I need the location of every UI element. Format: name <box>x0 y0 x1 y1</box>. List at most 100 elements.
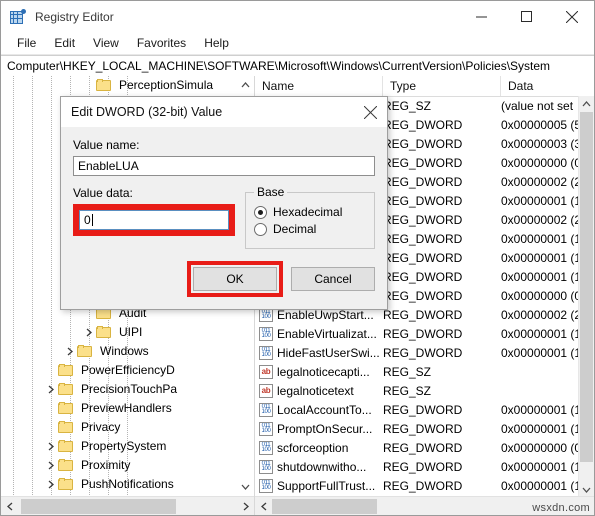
title-bar: Registry Editor <box>1 1 594 32</box>
table-row[interactable]: ab legalnoticetext REG_SZ <box>255 381 594 400</box>
radio-decimal[interactable]: Decimal <box>254 222 366 236</box>
chevron-up-icon[interactable] <box>238 79 252 91</box>
chevron-right-icon[interactable] <box>81 323 96 342</box>
maximize-icon[interactable] <box>504 1 549 32</box>
table-row[interactable]: 011 100 LocalAccountTo... REG_DWORD 0x000000… <box>255 400 594 419</box>
column-header-type[interactable]: Type <box>383 76 501 96</box>
cell-type: REG_DWORD <box>383 250 463 265</box>
chevron-up-icon[interactable] <box>579 96 594 111</box>
chevron-right-icon[interactable] <box>237 498 254 515</box>
cell-name: 011 100 shutdownwitho... <box>255 459 383 474</box>
value-data-text: 0 <box>84 213 91 227</box>
value-name-input[interactable]: EnableLUA <box>73 156 375 176</box>
chevron-right-icon[interactable] <box>43 456 58 475</box>
folder-icon <box>58 459 74 472</box>
cell-type: REG_DWORD <box>383 136 463 151</box>
tree-item-privacy[interactable]: Privacy <box>1 418 254 437</box>
chevron-right-icon[interactable] <box>43 437 58 456</box>
close-icon[interactable] <box>353 97 387 127</box>
cell-name: ab legalnoticecapti... <box>255 364 383 379</box>
dialog-title-bar: Edit DWORD (32-bit) Value <box>61 97 387 127</box>
cell-type: REG_DWORD <box>383 269 463 284</box>
cell-type: REG_DWORD <box>383 307 463 322</box>
table-row[interactable]: 011 100 shutdownwitho... REG_DWORD 0x0000000… <box>255 457 594 476</box>
folder-icon <box>96 79 112 92</box>
address-bar[interactable]: Computer\HKEY_LOCAL_MACHINE\SOFTWARE\Mic… <box>1 55 594 77</box>
column-header-name[interactable]: Name <box>255 76 383 96</box>
tree-item-label: PropertySystem <box>81 439 167 453</box>
cell-type: REG_DWORD <box>383 193 463 208</box>
cell-type: REG_DWORD <box>383 402 463 417</box>
value-data-label: Value data: <box>73 186 133 200</box>
folder-icon <box>58 440 74 453</box>
table-row[interactable]: 011 100 scforceoption REG_DWORD 0x00000000 (… <box>255 438 594 457</box>
tree-item-windows[interactable]: Windows <box>1 342 254 361</box>
tree-item-pushnotifications[interactable]: PushNotifications <box>1 475 254 494</box>
tree-item-precisiontouchpa[interactable]: PrecisionTouchPa <box>1 380 254 399</box>
table-row[interactable]: 011 100 HideFastUserSwi... REG_DWORD 0x00000… <box>255 343 594 362</box>
cancel-button[interactable]: Cancel <box>291 267 375 291</box>
tree-item-powerefficiencyd[interactable]: PowerEfficiencyD <box>1 361 254 380</box>
list-horizontal-scrollbar[interactable]: wsxdn.com <box>255 496 594 515</box>
tree-horizontal-scrollbar[interactable] <box>1 496 254 515</box>
text-caret <box>91 214 93 226</box>
menu-bar: File Edit View Favorites Help <box>1 32 594 55</box>
menu-edit[interactable]: Edit <box>45 34 84 52</box>
dialog-buttons: OK Cancel <box>61 261 387 309</box>
chevron-right-icon[interactable] <box>43 380 58 399</box>
menu-help[interactable]: Help <box>195 34 238 52</box>
table-row[interactable]: 011 100 SupportFullTrust... REG_DWORD 0x0000… <box>255 476 594 495</box>
cell-type: REG_DWORD <box>383 212 463 227</box>
list-vertical-scrollbar[interactable] <box>578 96 594 497</box>
tree-hscroll-track[interactable] <box>18 498 237 515</box>
tree-item-label: Windows <box>100 344 149 358</box>
menu-favorites[interactable]: Favorites <box>128 34 195 52</box>
dword-value-icon: 011100 <box>259 459 273 474</box>
tree-item-propertysystem[interactable]: PropertySystem <box>1 437 254 456</box>
registry-editor-icon <box>10 8 26 25</box>
dword-value-icon: 011100 <box>259 478 273 493</box>
chevron-right-icon[interactable] <box>62 342 77 361</box>
radio-decimal-label: Decimal <box>273 222 317 236</box>
tree-item-proximity[interactable]: Proximity <box>1 456 254 475</box>
table-row[interactable]: 011 100 EnableVirtualizat... REG_DWORD 0x000… <box>255 324 594 343</box>
chevron-left-icon[interactable] <box>255 498 272 515</box>
cell-name: 011 100 scforceoption <box>255 440 383 455</box>
chevron-left-icon[interactable] <box>1 498 18 515</box>
value-name-text: PromptOnSecur... <box>277 421 373 436</box>
cell-type: REG_DWORD <box>383 288 463 303</box>
chevron-down-icon[interactable] <box>579 482 594 497</box>
value-name-text: shutdownwitho... <box>277 459 367 474</box>
column-header-data[interactable]: Data <box>501 76 594 96</box>
menu-view[interactable]: View <box>84 34 128 52</box>
cell-type: REG_SZ <box>383 383 432 398</box>
chevron-right-icon[interactable] <box>43 475 58 494</box>
base-group: Base Hexadecimal Decimal <box>245 185 375 249</box>
tree-item-previewhandlers[interactable]: PreviewHandlers <box>1 399 254 418</box>
list-hscroll-thumb[interactable] <box>272 498 377 514</box>
dialog-title: Edit DWORD (32-bit) Value <box>71 105 223 119</box>
menu-file[interactable]: File <box>8 34 45 52</box>
table-row[interactable]: 011 100 PromptOnSecur... REG_DWORD 0x0000000… <box>255 419 594 438</box>
value-data-input[interactable]: 0 <box>79 210 229 230</box>
tree-hscroll-thumb[interactable] <box>21 498 176 514</box>
ok-button-highlight: OK <box>187 261 283 297</box>
ok-button[interactable]: OK <box>193 267 277 291</box>
tree-item-uipi[interactable]: UIPI <box>1 323 254 342</box>
value-name-label: Value name: <box>73 138 140 152</box>
radio-hexadecimal-icon[interactable] <box>254 205 267 219</box>
tree-expander-placeholder <box>43 418 58 437</box>
cell-type: REG_DWORD <box>383 155 463 170</box>
chevron-down-icon[interactable] <box>238 481 252 493</box>
tree-item-perceptionsimula[interactable]: PerceptionSimula <box>1 76 254 95</box>
radio-hexadecimal[interactable]: Hexadecimal <box>254 205 366 219</box>
table-row[interactable]: ab legalnoticecapti... REG_SZ <box>255 362 594 381</box>
minimize-icon[interactable] <box>459 1 504 32</box>
cell-type: REG_DWORD <box>383 345 463 360</box>
dword-value-icon: 011100 <box>259 440 273 455</box>
value-name-text: SupportFullTrust... <box>277 478 376 493</box>
radio-decimal-icon[interactable] <box>254 222 267 236</box>
cell-type: REG_DWORD <box>383 478 463 493</box>
close-icon[interactable] <box>549 1 594 32</box>
list-vscroll-thumb[interactable] <box>580 112 593 462</box>
